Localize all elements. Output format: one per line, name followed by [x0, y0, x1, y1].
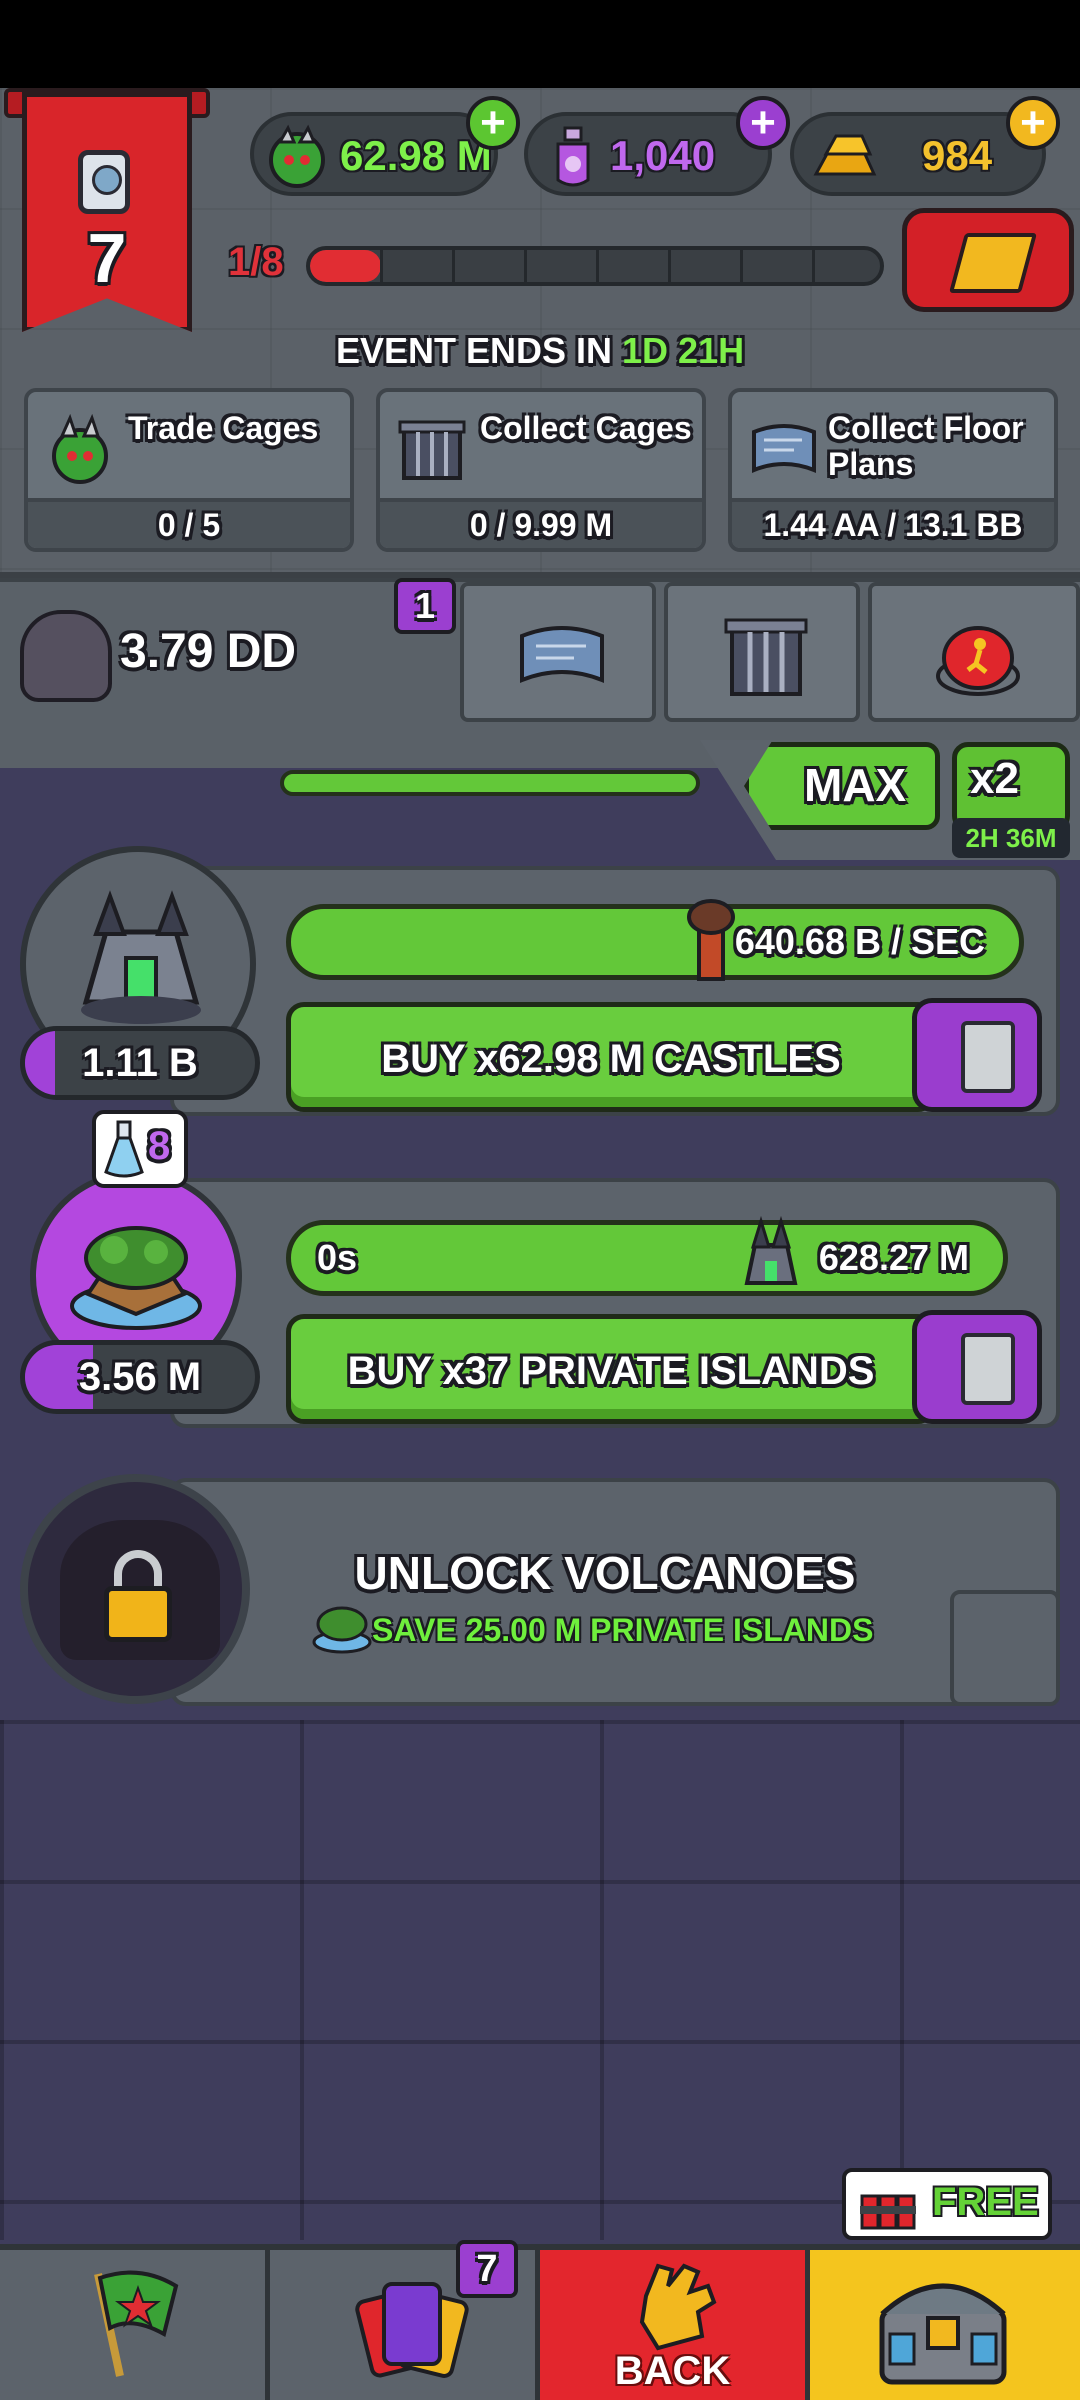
islands-rate: 628.27 M	[818, 1237, 969, 1278]
level-progress-bar	[306, 246, 884, 286]
potions-value: 1,040	[610, 132, 716, 179]
treasure-chest-icon	[879, 2283, 1007, 2385]
task-collect-floor-plans[interactable]: Collect Floor Plans 1.44 AA / 13.1 BB	[728, 388, 1058, 552]
task-progress: 1.44 AA / 13.1 BB	[732, 498, 1054, 548]
unlock-panel-plate	[950, 1590, 1060, 1706]
castles-rate-bar: 640.68 B / SEC	[286, 899, 1024, 981]
nav-missions[interactable]	[0, 2250, 270, 2400]
dynamite-icon	[860, 2194, 916, 2230]
tower-icon	[687, 899, 735, 981]
world-bar: 3.79 DD	[0, 578, 1080, 768]
cage-icon	[398, 420, 466, 480]
add-potions-button[interactable]: +	[736, 96, 790, 150]
castles-count: 1.11 B	[20, 1026, 260, 1100]
task-trade-cages[interactable]: Trade Cages 0 / 5	[24, 388, 354, 552]
buy-castles-label: BUY x62.98 M CASTLES	[381, 1037, 841, 1081]
tab-cages[interactable]	[664, 582, 860, 722]
robot-icon	[78, 150, 130, 214]
tab-alarm-button[interactable]	[868, 582, 1080, 722]
cage-monster-icon	[269, 124, 325, 188]
game-screen: 7 62.98 M + 1,040 + 984 + 1/8 EVENT ENDS…	[0, 0, 1080, 2400]
world-info: 3.79 DD	[0, 582, 460, 732]
event-timer: EVENT ENDS IN 1D 21H	[0, 330, 1080, 372]
islands-count-value: 3.56 M	[78, 1355, 202, 1399]
islands-count: 3.56 M	[20, 1340, 260, 1414]
potions-currency[interactable]: 1,040	[524, 112, 772, 196]
status-bar	[0, 0, 1080, 88]
cages-currency[interactable]: 62.98 M	[250, 112, 498, 196]
buy-islands-button[interactable]: BUY x37 PRIVATE ISLANDS	[286, 1314, 936, 1424]
flask-icon	[104, 1120, 144, 1178]
add-cages-button[interactable]: +	[466, 96, 520, 150]
back-button[interactable]: BACK	[540, 2250, 810, 2400]
island-icon	[70, 1226, 202, 1330]
lock-icon	[104, 1586, 172, 1642]
floor-plan-scroll-icon	[520, 626, 604, 683]
cage-icon	[724, 618, 808, 696]
red-button-icon	[936, 626, 1020, 696]
task-label: Trade Cages	[128, 410, 319, 446]
unlock-title: UNLOCK VOLCANOES	[354, 1547, 856, 1599]
cards-icon	[355, 2282, 469, 2378]
flask-badge: 8	[92, 1110, 188, 1188]
gold-value: 984	[922, 132, 993, 179]
cards-badge: 7	[456, 2240, 518, 2298]
task-progress: 0 / 5	[28, 498, 350, 548]
progress-label: 1/8	[228, 240, 284, 284]
mountain-lair-icon	[20, 610, 112, 702]
tab-floor-plans[interactable]	[460, 582, 656, 722]
progress-divider	[812, 250, 815, 282]
task-progress: 0 / 9.99 M	[380, 498, 702, 548]
boost-timer: 2H 36M	[952, 818, 1070, 858]
castles-rate: 640.68 B / SEC	[734, 921, 985, 962]
island-small-icon	[312, 1606, 372, 1654]
banner-level: 7	[87, 219, 127, 297]
event-time: 1D 21H	[622, 330, 745, 371]
reward-gold-button[interactable]	[902, 208, 1074, 312]
castles-card-button[interactable]	[912, 998, 1042, 1112]
back-label: BACK	[614, 2349, 731, 2393]
event-prefix: EVENT ENDS IN	[335, 330, 612, 371]
progress-divider	[380, 250, 383, 282]
flask-count: 8	[148, 1124, 171, 1168]
potion-icon	[556, 126, 590, 187]
unlock-subtitle: SAVE 25.00 M PRIVATE ISLANDS	[372, 1612, 874, 1648]
fist-icon	[639, 2263, 717, 2351]
progress-divider	[740, 250, 743, 282]
progress-fill	[310, 250, 382, 282]
floor-plans-badge: 1	[394, 578, 456, 634]
monster-icon	[52, 414, 108, 484]
islands-card-button[interactable]	[912, 1310, 1042, 1424]
buy-castles-button[interactable]: BUY x62.98 M CASTLES	[286, 1002, 936, 1112]
world-value: 3.79 DD	[120, 625, 297, 678]
progress-divider	[668, 250, 671, 282]
castle-small-icon	[744, 1215, 798, 1285]
castles-count-value: 1.11 B	[82, 1041, 198, 1085]
cages-value: 62.98 M	[340, 132, 492, 179]
flag-icon	[94, 2270, 179, 2377]
islands-rate-bar: 0s 628.27 M	[286, 1215, 1008, 1296]
x2-label: x2	[970, 754, 1019, 803]
castle-icon	[81, 890, 201, 1024]
task-label: Collect Cages	[480, 410, 692, 446]
nav-chest[interactable]	[810, 2250, 1080, 2400]
free-label: FREE	[932, 2180, 1039, 2224]
gold-bars-icon	[813, 134, 877, 176]
background-bricks	[0, 1720, 1080, 2240]
task-label: Collect Floor Plans	[828, 410, 1024, 482]
buy-islands-label: BUY x37 PRIVATE ISLANDS	[347, 1349, 875, 1393]
max-label: MAX	[804, 759, 907, 811]
floor-plan-scroll-icon	[752, 424, 816, 473]
add-gold-button[interactable]: +	[1006, 96, 1060, 150]
progress-divider	[596, 250, 599, 282]
task-collect-cages[interactable]: Collect Cages 0 / 9.99 M	[376, 388, 706, 552]
progress-divider	[524, 250, 527, 282]
progress-divider	[452, 250, 455, 282]
islands-timer: 0s	[317, 1237, 358, 1278]
